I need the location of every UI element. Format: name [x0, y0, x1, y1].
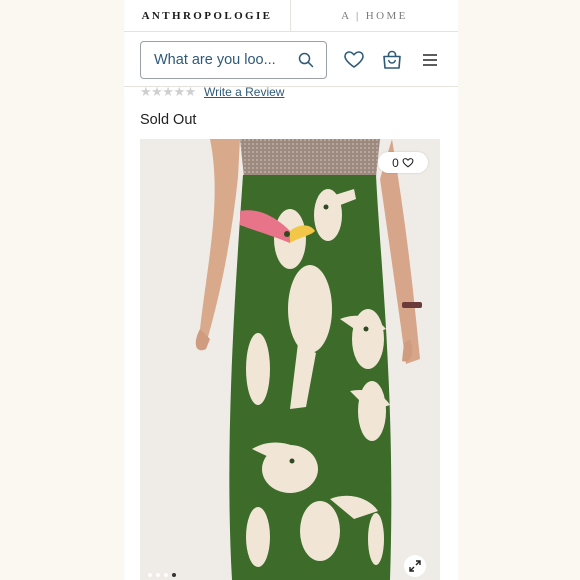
skirt-photo — [140, 139, 440, 580]
search-bar[interactable] — [140, 41, 327, 79]
heart-icon[interactable] — [343, 49, 365, 71]
brand-tabs: ANTHROPOLOGIE A | HOME — [124, 0, 458, 32]
gallery-dots — [148, 573, 176, 577]
like-button[interactable]: 0 — [378, 152, 428, 173]
like-count: 0 — [392, 155, 399, 170]
gallery-dot[interactable] — [164, 573, 168, 577]
menu-icon[interactable] — [419, 49, 441, 71]
rating-stars: ★★★★★ — [140, 84, 196, 99]
search-icon[interactable] — [298, 52, 314, 68]
shopping-bag-icon[interactable] — [381, 49, 403, 71]
tab-home[interactable]: A | HOME — [290, 0, 458, 32]
product-image[interactable] — [140, 139, 440, 580]
gallery-dot[interactable] — [148, 573, 152, 577]
gallery-dot[interactable] — [156, 573, 160, 577]
expand-icon — [409, 560, 421, 572]
tab-anthropologie[interactable]: ANTHROPOLOGIE — [124, 0, 290, 32]
gallery-dot-active[interactable] — [172, 573, 176, 577]
stock-status: Sold Out — [140, 112, 197, 128]
product-page: ANTHROPOLOGIE A | HOME ★★★★★ Write a Rev… — [124, 0, 458, 580]
heart-outline-icon — [402, 157, 414, 167]
write-review-link[interactable]: Write a Review — [204, 85, 284, 99]
expand-image-button[interactable] — [404, 555, 426, 577]
search-input[interactable] — [154, 52, 284, 68]
